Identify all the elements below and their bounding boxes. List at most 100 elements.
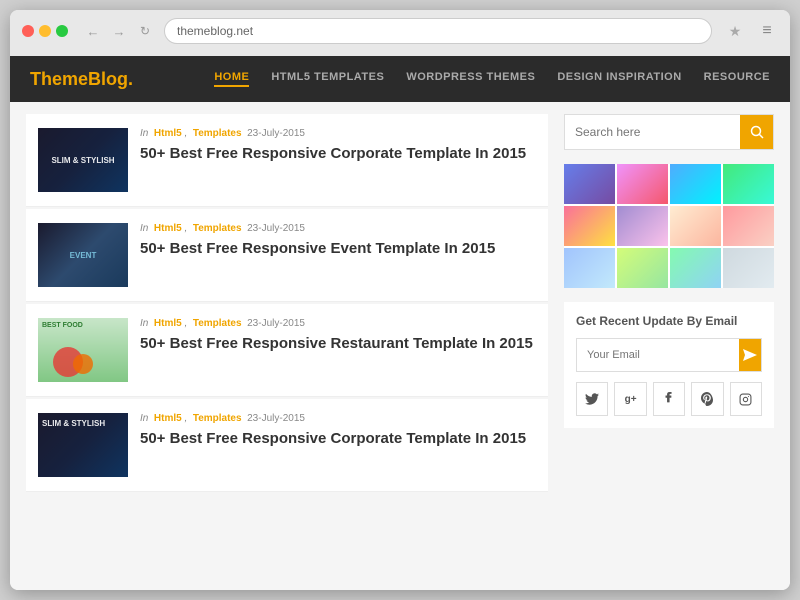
- post-title-4[interactable]: 50+ Best Free Responsive Corporate Templ…: [140, 429, 536, 449]
- grid-cell: [564, 248, 615, 288]
- cat-link-2[interactable]: Html5: [154, 223, 182, 234]
- food-thumb: BEST FOOD: [38, 318, 128, 382]
- grid-cell: [723, 206, 774, 246]
- email-widget: Get Recent Update By Email: [564, 302, 774, 428]
- post-title-3[interactable]: 50+ Best Free Responsive Restaurant Temp…: [140, 334, 536, 354]
- post-thumbnail-4: SLIM & STYLISH: [38, 413, 128, 477]
- social-icons: g+: [576, 382, 762, 416]
- post-meta-1: In Html5 , Templates 23-July-2015 50+ Be…: [140, 128, 536, 164]
- cat-comma-2: ,: [184, 223, 187, 234]
- cat-prefix-2: In: [140, 223, 148, 234]
- post-date-1: 23-July-2015: [247, 128, 305, 139]
- cat-link-4[interactable]: Html5: [154, 413, 182, 424]
- nav-arrows: ← → ↻: [82, 20, 156, 42]
- grid-images: [564, 164, 774, 288]
- twitter-icon: [585, 393, 599, 405]
- grid-cell: [723, 248, 774, 288]
- site-body: SLIM & STYLISH In Html5 , Templates 23-J…: [10, 102, 790, 590]
- instagram-button[interactable]: [730, 382, 762, 416]
- post-thumbnail-2: EVENT: [38, 223, 128, 287]
- site-header: ThemeBlog. HOME HTML5 TEMPLATES WORDPRES…: [10, 56, 790, 102]
- grid-cell: [670, 164, 721, 204]
- post-title-1[interactable]: 50+ Best Free Responsive Corporate Templ…: [140, 144, 536, 164]
- back-button[interactable]: ←: [82, 20, 104, 42]
- close-button[interactable]: [22, 25, 34, 37]
- bookmark-button[interactable]: ★: [724, 20, 746, 42]
- google-plus-button[interactable]: g+: [614, 382, 646, 416]
- facebook-icon: [665, 392, 673, 406]
- post-thumbnail-3: BEST FOOD: [38, 318, 128, 382]
- email-input[interactable]: [577, 339, 739, 371]
- grid-cell: [670, 206, 721, 246]
- post-date-2: 23-July-2015: [247, 223, 305, 234]
- pinterest-icon: [701, 392, 713, 406]
- minimize-button[interactable]: [39, 25, 51, 37]
- grid-cell: [617, 248, 668, 288]
- nav-resource[interactable]: RESOURCE: [704, 71, 770, 87]
- list-item: BEST FOOD In Html5 , Templates 23-July-2…: [26, 304, 548, 397]
- logo-dot: .: [128, 69, 133, 89]
- pinterest-button[interactable]: [691, 382, 723, 416]
- instagram-icon: [739, 393, 752, 406]
- website: ThemeBlog. HOME HTML5 TEMPLATES WORDPRES…: [10, 56, 790, 590]
- cat-comma-1: ,: [184, 128, 187, 139]
- email-submit-button[interactable]: [739, 339, 761, 371]
- post-date-3: 23-July-2015: [247, 318, 305, 329]
- twitter-button[interactable]: [576, 382, 608, 416]
- send-icon: [743, 349, 757, 361]
- browser-menu-button[interactable]: ≡: [756, 20, 778, 42]
- grid-cell: [564, 164, 615, 204]
- subcat-link-2[interactable]: Templates: [193, 223, 242, 234]
- search-input[interactable]: [565, 115, 740, 149]
- address-bar[interactable]: themeblog.net: [164, 18, 712, 44]
- grid-cell: [617, 206, 668, 246]
- post-meta-2: In Html5 , Templates 23-July-2015 50+ Be…: [140, 223, 536, 259]
- list-item: EVENT In Html5 , Templates 23-July-2015 …: [26, 209, 548, 302]
- post-categories-1: In Html5 , Templates 23-July-2015: [140, 128, 536, 139]
- site-logo: ThemeBlog.: [30, 69, 133, 90]
- site-nav: HOME HTML5 TEMPLATES WORDPRESS THEMES DE…: [214, 71, 770, 87]
- post-categories-2: In Html5 , Templates 23-July-2015: [140, 223, 536, 234]
- post-categories-3: In Html5 , Templates 23-July-2015: [140, 318, 536, 329]
- grid-cell: [670, 248, 721, 288]
- search-button[interactable]: [740, 115, 773, 149]
- refresh-button[interactable]: ↻: [134, 20, 156, 42]
- list-item: SLIM & STYLISH In Html5 , Templates 23-J…: [26, 114, 548, 207]
- post-title-2[interactable]: 50+ Best Free Responsive Event Template …: [140, 239, 536, 259]
- nav-wordpress[interactable]: WORDPRESS THEMES: [406, 71, 535, 87]
- post-thumbnail: SLIM & STYLISH: [38, 128, 128, 192]
- subcat-link-3[interactable]: Templates: [193, 318, 242, 329]
- cat-prefix-4: In: [140, 413, 148, 424]
- forward-button[interactable]: →: [108, 20, 130, 42]
- cat-comma-4: ,: [184, 413, 187, 424]
- search-widget: [564, 114, 774, 150]
- subcat-link-4[interactable]: Templates: [193, 413, 242, 424]
- maximize-button[interactable]: [56, 25, 68, 37]
- nav-design[interactable]: DESIGN INSPIRATION: [557, 71, 681, 87]
- cat-prefix-1: In: [140, 128, 148, 139]
- nav-home[interactable]: HOME: [214, 71, 249, 87]
- facebook-button[interactable]: [653, 382, 685, 416]
- thumb-label-2: EVENT: [66, 247, 101, 264]
- food-decor-2: [73, 354, 93, 374]
- browser-chrome: ← → ↻ themeblog.net ★ ≡: [10, 10, 790, 56]
- cat-link-3[interactable]: Html5: [154, 318, 182, 329]
- browser-controls: ← → ↻ themeblog.net ★ ≡: [22, 18, 778, 44]
- google-plus-icon: g+: [625, 394, 637, 405]
- search-icon: [750, 125, 764, 139]
- grid-cell: [723, 164, 774, 204]
- post-meta-4: In Html5 , Templates 23-July-2015 50+ Be…: [140, 413, 536, 449]
- subcat-link-1[interactable]: Templates: [193, 128, 242, 139]
- thumb-label-1: SLIM & STYLISH: [47, 152, 118, 169]
- grid-cell: [564, 206, 615, 246]
- window-buttons: [22, 25, 68, 37]
- thumb-label-4: SLIM & STYLISH: [38, 415, 109, 432]
- browser-window: ← → ↻ themeblog.net ★ ≡ ThemeBlog. HOME …: [10, 10, 790, 590]
- nav-html5[interactable]: HTML5 TEMPLATES: [271, 71, 384, 87]
- posts-list: SLIM & STYLISH In Html5 , Templates 23-J…: [26, 114, 548, 578]
- cat-link-1[interactable]: Html5: [154, 128, 182, 139]
- sidebar: Get Recent Update By Email: [564, 114, 774, 578]
- food-label: BEST FOOD: [42, 322, 83, 329]
- list-item: SLIM & STYLISH In Html5 , Templates 23-J…: [26, 399, 548, 492]
- url-text: themeblog.net: [177, 24, 253, 38]
